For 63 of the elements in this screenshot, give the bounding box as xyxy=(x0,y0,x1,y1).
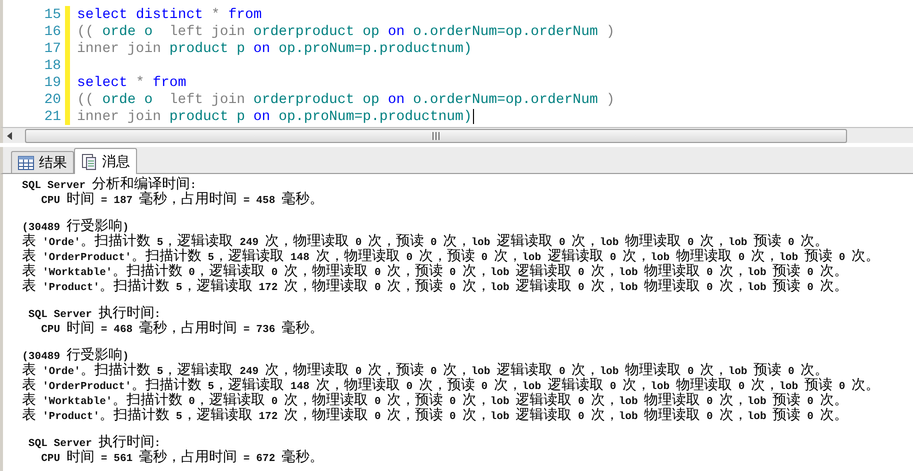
message-line: SQL Server 分析和编译时间: xyxy=(22,177,198,192)
message-line: CPU 时间 = 561 毫秒，占用时间 = 672 毫秒。 xyxy=(40,450,325,465)
sql-identifier: o.orderNum=op.orderNum xyxy=(413,92,598,108)
sql-operator: left join xyxy=(169,24,246,40)
line-number: 15 xyxy=(43,6,62,22)
sql-operator: left join xyxy=(169,92,246,108)
sql-identifier: op xyxy=(362,92,380,108)
sql-operator: (( xyxy=(77,92,94,108)
sql-operator: inner join xyxy=(77,108,162,124)
message-line: (30489 行受影响) xyxy=(22,348,129,363)
sql-keyword: select xyxy=(77,74,128,90)
line-number: 19 xyxy=(43,74,62,90)
message-line: CPU 时间 = 187 毫秒，占用时间 = 458 毫秒。 xyxy=(40,192,325,207)
sql-operator: ) xyxy=(606,92,615,108)
sql-operator: * xyxy=(211,6,220,22)
line-number: 17 xyxy=(43,40,62,56)
line-number: 20 xyxy=(43,92,62,108)
sql-operator: (( xyxy=(77,24,94,40)
message-line: 表 'OrderProduct'。扫描计数 5，逻辑读取 148 次，物理读取 0 次，预读 0 次，lob 逻辑读取 0 次，lob 物理读取 0 次，lob 预读 0 次。 xyxy=(22,249,881,264)
sql-identifier: op xyxy=(362,24,380,40)
message-line: 表 'OrderProduct'。扫描计数 5，逻辑读取 148 次，物理读取 0 次，预读 0 次，lob 逻辑读取 0 次，lob 物理读取 0 次，lob 预读 0 次。 xyxy=(22,378,881,393)
message-line: 表 'Orde'。扫描计数 5，逻辑读取 249 次，物理读取 0 次，预读 0 次，lob 逻辑读取 0 次，lob 物理读取 0 次，lob 预读 0 次。 xyxy=(22,234,829,249)
sql-identifier: product xyxy=(169,108,228,124)
message-line: 表 'Orde'。扫描计数 5，逻辑读取 249 次，物理读取 0 次，预读 0 次，lob 逻辑读取 0 次，lob 物理读取 0 次，lob 预读 0 次。 xyxy=(22,363,829,378)
grid-icon xyxy=(18,156,34,170)
sql-keyword: from xyxy=(228,6,262,22)
sql-keyword: from xyxy=(152,74,186,90)
sql-identifier: product xyxy=(169,40,228,56)
sql-operator: ) xyxy=(606,24,615,40)
sql-keyword: on xyxy=(253,40,270,56)
sql-operator: inner join xyxy=(77,40,162,56)
sql-keyword: select xyxy=(77,6,128,22)
line-number: 18 xyxy=(43,58,62,74)
message-line: 表 'Product'。扫描计数 5，逻辑读取 172 次，物理读取 0 次，预读 0 次，lob 逻辑读取 0 次，lob 物理读取 0 次，lob 预读 0 次。 xyxy=(22,408,849,423)
sql-identifier: orde xyxy=(102,24,136,40)
sql-identifier: o.orderNum=op.orderNum xyxy=(413,24,598,40)
sql-keyword: on xyxy=(253,108,270,124)
result-tab[interactable]: 结果 xyxy=(11,151,74,173)
scrollbar-thumb[interactable] xyxy=(25,128,847,142)
message-line: SQL Server 执行时间: xyxy=(27,306,161,321)
sql-identifier: op.proNum=p.productnum) xyxy=(278,108,472,124)
message-line: 表 'Worktable'。扫描计数 0，逻辑读取 0 次，物理读取 0 次，预读 0 次，lob 逻辑读取 0 次，lob 物理读取 0 次，lob 预读 0 次。 xyxy=(22,393,849,408)
sql-identifier: o xyxy=(144,92,154,108)
sql-identifier: p xyxy=(236,108,246,124)
sql-identifier: orde xyxy=(102,92,136,108)
message-line: CPU 时间 = 468 毫秒，占用时间 = 736 毫秒。 xyxy=(40,321,325,336)
message-line: 表 'Worktable'。扫描计数 0，逻辑读取 0 次，物理读取 0 次，预读 0 次，lob 逻辑读取 0 次，lob 物理读取 0 次，lob 预读 0 次。 xyxy=(22,264,849,279)
document-icon xyxy=(81,154,97,170)
sql-identifier: p xyxy=(236,40,246,56)
sql-keyword: on xyxy=(388,24,405,40)
line-number: 21 xyxy=(43,108,62,124)
message-line: 表 'Product'。扫描计数 5，逻辑读取 172 次，物理读取 0 次，预读 0 次，lob 逻辑读取 0 次，lob 物理读取 0 次，lob 预读 0 次。 xyxy=(22,279,849,294)
result-tab[interactable]: 消息 xyxy=(74,148,137,174)
sql-operator: * xyxy=(136,74,144,90)
sql-identifier: op.proNum=p.productnum) xyxy=(278,40,472,56)
message-line: (30489 行受影响) xyxy=(22,219,129,234)
message-line: SQL Server 执行时间: xyxy=(27,435,161,450)
sql-keyword: on xyxy=(388,92,405,108)
sql-identifier: o xyxy=(144,24,154,40)
sql-identifier: orderproduct xyxy=(253,92,354,108)
sql-identifier: orderproduct xyxy=(253,24,354,40)
line-number: 16 xyxy=(43,24,62,40)
sql-keyword: distinct xyxy=(136,6,204,22)
